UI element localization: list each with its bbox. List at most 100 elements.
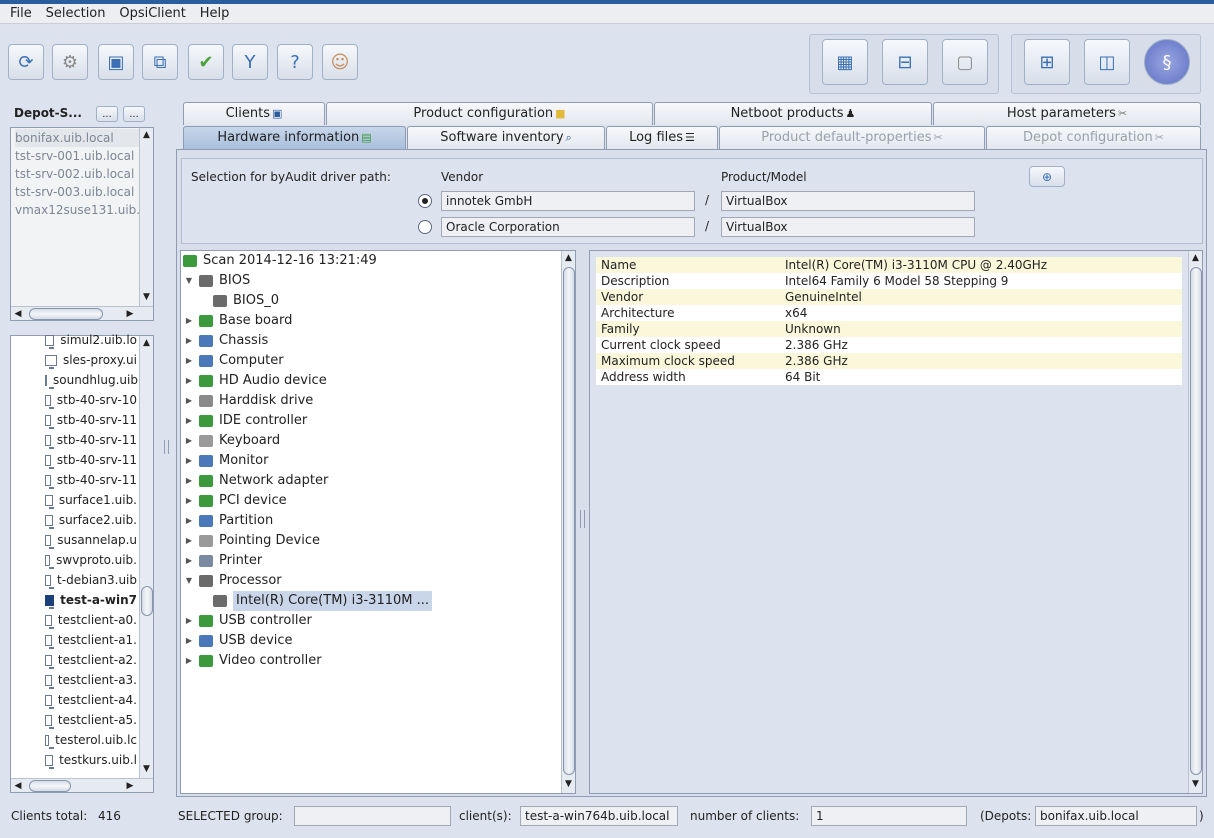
properties-vscrollbar[interactable]: ▲ ▼ (1188, 251, 1202, 793)
product-button[interactable]: ◫ (1084, 39, 1130, 85)
expand-arrow-icon[interactable]: ▶ (183, 491, 195, 511)
tree-node[interactable]: ▶ USB device (183, 631, 293, 651)
splitter-handle[interactable] (580, 510, 585, 528)
splitter-handle[interactable] (164, 440, 169, 454)
client-item[interactable]: surface1.uib. (15, 490, 137, 510)
tab-netboot-products[interactable]: Netboot products ♟ (654, 102, 932, 125)
expand-arrow-icon[interactable]: ▶ (183, 611, 195, 631)
tree-node[interactable]: ▼ Processor (183, 571, 282, 591)
tab-software-inventory[interactable]: Software inventory ⌕ (407, 126, 605, 149)
expand-arrow-icon[interactable]: ▶ (183, 651, 195, 671)
tree-node[interactable]: ▼ BIOS (183, 271, 250, 291)
property-row[interactable]: Maximum clock speed 2.386 GHz (596, 353, 1182, 369)
expand-arrow-icon[interactable]: ▶ (183, 311, 195, 331)
client-item[interactable]: stb-40-srv-11 (15, 450, 137, 470)
depot-vscrollbar[interactable]: ▲ ▼ (139, 128, 153, 306)
tree-vscroll-thumb[interactable] (563, 267, 575, 775)
tree-node[interactable]: ▶ Keyboard (183, 431, 280, 451)
tab-log-files[interactable]: Log files ☰ (606, 126, 718, 149)
scan-root[interactable]: Scan 2014-12-16 13:21:49 (183, 251, 377, 271)
scroll-up-icon[interactable]: ▲ (140, 336, 153, 350)
client-item[interactable]: surface2.uib. (15, 510, 137, 530)
depot-hscroll-thumb[interactable] (29, 308, 103, 320)
depot-item[interactable]: tst-srv-001.uib.local (15, 147, 139, 165)
client-item[interactable]: testerol.uib.lc (15, 730, 137, 750)
clients-copy-button[interactable]: ⧉ (142, 44, 178, 80)
client-item[interactable]: testkurs.uib.l (15, 750, 137, 770)
expand-arrow-icon[interactable]: ▶ (183, 451, 195, 471)
property-row[interactable]: Vendor GenuineIntel (596, 289, 1182, 305)
scroll-right-icon[interactable]: ▶ (123, 307, 137, 321)
property-row[interactable]: Current clock speed 2.386 GHz (596, 337, 1182, 353)
tab-hardware-information[interactable]: Hardware information ▤ (183, 126, 406, 149)
driver-radio-1[interactable] (418, 194, 432, 208)
property-row[interactable]: Description Intel64 Family 6 Model 58 Ste… (596, 273, 1182, 289)
help-button[interactable]: ? (277, 44, 313, 80)
depot-option-button-1[interactable]: ... (96, 106, 118, 122)
session-button[interactable]: ▣ (98, 44, 134, 80)
tree-node[interactable]: ▶ PCI device (183, 491, 287, 511)
collapse-arrow-icon[interactable]: ▼ (183, 271, 195, 291)
scroll-up-icon[interactable]: ▲ (562, 251, 575, 265)
scroll-down-icon[interactable]: ▼ (140, 762, 153, 776)
client-item[interactable]: test-a-win7 (15, 590, 137, 610)
expand-arrow-icon[interactable]: ▶ (183, 431, 195, 451)
collapse-arrow-icon[interactable]: ▼ (183, 571, 195, 591)
expand-arrow-icon[interactable]: ▶ (183, 511, 195, 531)
property-row[interactable]: Name Intel(R) Core(TM) i3-3110M CPU @ 2.4… (596, 257, 1182, 273)
depot-item[interactable]: tst-srv-002.uib.local (15, 165, 139, 183)
tab-clients[interactable]: Clients ▣ (183, 102, 325, 125)
tree-node[interactable]: ▶ Base board (183, 311, 292, 331)
filter-button[interactable]: Y (232, 44, 268, 80)
expand-arrow-icon[interactable]: ▶ (183, 331, 195, 351)
server-button[interactable]: ▢ (942, 39, 988, 85)
depot-option-button-2[interactable]: ... (123, 106, 145, 122)
client-item[interactable]: testclient-a1. (15, 630, 137, 650)
users-button[interactable]: ☺ (322, 44, 358, 80)
reload-button[interactable]: ⟳ (8, 44, 44, 80)
client-item[interactable]: t-debian3.uib (15, 570, 137, 590)
clients-vscroll-thumb[interactable] (141, 586, 153, 616)
tree-node[interactable]: ▶ HD Audio device (183, 371, 327, 391)
tree-node[interactable]: ▶ Network adapter (183, 471, 328, 491)
client-item[interactable]: testclient-a3. (15, 670, 137, 690)
depot-item[interactable]: bonifax.uib.local (15, 129, 139, 147)
client-item[interactable]: swvproto.uib. (15, 550, 137, 570)
scroll-down-icon[interactable]: ▼ (1189, 777, 1202, 791)
connect-button[interactable]: ⚙ (52, 44, 88, 80)
client-item[interactable]: testclient-a2. (15, 650, 137, 670)
tab-product-configuration[interactable]: Product configuration ■ (326, 102, 653, 125)
expand-arrow-icon[interactable]: ▶ (183, 391, 195, 411)
tree-node[interactable]: ▶ Video controller (183, 651, 322, 671)
expand-arrow-icon[interactable]: ▶ (183, 551, 195, 571)
expand-arrow-icon[interactable]: ▶ (183, 471, 195, 491)
driver-radio-2[interactable] (418, 220, 432, 234)
property-row[interactable]: Architecture x64 (596, 305, 1182, 321)
depot-hscrollbar[interactable]: ◀ ▶ (11, 306, 153, 320)
tree-node[interactable]: ▶ Chassis (183, 331, 268, 351)
add-driver-button[interactable]: ⊕ (1029, 166, 1065, 187)
expand-arrow-icon[interactable]: ▶ (183, 631, 195, 651)
client-item[interactable]: stb-40-srv-11 (15, 470, 137, 490)
scroll-up-icon[interactable]: ▲ (1189, 251, 1202, 265)
expand-arrow-icon[interactable]: ▶ (183, 371, 195, 391)
tab-host-parameters[interactable]: Host parameters ✂ (933, 102, 1201, 125)
client-item[interactable]: susannelap.u (15, 530, 137, 550)
license-button[interactable]: § (1144, 39, 1190, 85)
expand-arrow-icon[interactable]: ▶ (183, 411, 195, 431)
tree-leaf[interactable]: Intel(R) Core(TM) i3-3110M ... (213, 591, 433, 611)
tree-node[interactable]: ▶ Monitor (183, 451, 269, 471)
scroll-down-icon[interactable]: ▼ (562, 777, 575, 791)
menu-selection[interactable]: Selection (46, 4, 106, 21)
clients-vscrollbar[interactable]: ▲ ▼ (139, 336, 153, 778)
client-item[interactable]: stb-40-srv-11 (15, 410, 137, 430)
tree-node[interactable]: ▶ Partition (183, 511, 273, 531)
client-item[interactable]: stb-40-srv-10 (15, 390, 137, 410)
clients-hscroll-thumb[interactable] (29, 780, 71, 792)
scroll-left-icon[interactable]: ◀ (11, 307, 25, 321)
property-row[interactable]: Family Unknown (596, 321, 1182, 337)
tree-vscrollbar[interactable]: ▲ ▼ (561, 251, 575, 793)
windows-button[interactable]: ⊞ (1024, 39, 1070, 85)
client-item[interactable]: testclient-a5. (15, 710, 137, 730)
tree-leaf[interactable]: BIOS_0 (213, 291, 279, 311)
